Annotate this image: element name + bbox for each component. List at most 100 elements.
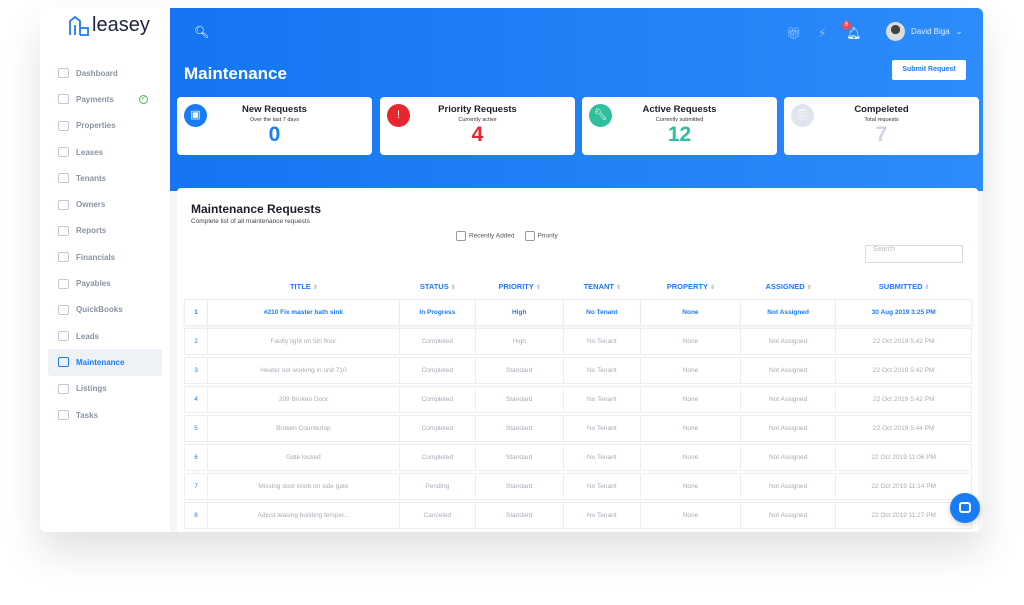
sidebar-item-tenants[interactable]: Tenants [48,165,162,191]
cell: Completed [399,415,476,442]
column-label: ASSIGNED [765,281,805,291]
sort-icon: ⇕ [312,284,318,291]
sidebar-item-payables[interactable]: Payables [48,270,162,296]
sort-icon: ⇕ [710,284,716,291]
notification-badge: 6 [842,21,851,30]
priority-label: Priority [537,232,558,240]
cell: 5 [184,415,208,442]
cell: Gate locked [208,444,400,471]
sidebar-item-label: Financials [76,252,116,262]
user-icon [58,173,69,184]
chat-button[interactable] [950,493,980,523]
sidebar-item-label: Leases [76,147,104,157]
sidebar-item-label: Leads [76,331,100,341]
cell: Not Assigned [740,502,837,529]
sidebar-item-label: Dashboard [76,68,118,78]
gift-icon[interactable]: 🎁︎ [786,26,801,40]
table-row[interactable]: 6 Gate locked Completed Standard No Tenant No… [184,444,972,471]
user-name: David Biga [911,27,950,36]
sidebar-item-maintenance[interactable]: Maintenance [48,349,162,376]
logo: leasey [68,14,150,37]
sidebar-item-label: Maintenance [76,357,125,367]
priority-checkbox[interactable]: Priority [524,231,558,241]
column-header-status[interactable]: STATUS ⇕ [400,275,476,297]
cell: 22 Oct 2019 5:42 PM [836,357,972,384]
stat-card-3: 📋︎ Compeleted Total requests 7 [784,97,979,155]
sidebar-item-owners[interactable]: Owners [48,191,162,217]
column-header-tenant[interactable]: TENANT ⇕ [564,275,641,297]
cell: No Tenant [563,502,641,529]
sidebar-item-listings[interactable]: Listings [48,376,162,402]
stat-icon: ! [387,104,410,127]
sidebar-item-properties[interactable]: Properties [48,113,162,139]
lightning-icon[interactable]: ⚡︎ [818,26,826,40]
sidebar-item-reports[interactable]: Reports [48,218,162,244]
column-label: TENANT [583,281,614,291]
stat-value: 0 [268,123,281,146]
cell: 1 [184,299,208,326]
chat-icon [959,502,971,513]
sidebar-item-label: Payables [76,279,111,289]
sort-icon: ⇕ [535,284,541,291]
table-row[interactable]: 1 #210 Fix master bath sink In Progress Hig… [184,299,972,326]
cell: Not Assigned [740,299,837,326]
cell: 6 [184,444,208,471]
sidebar-item-quickbooks[interactable]: QuickBooks [48,297,162,323]
search-icon[interactable]: 🔍︎ [194,25,209,39]
stat-icon: 🔧︎ [589,104,612,127]
column-header-submitted[interactable]: SUBMITTED ⇕ [836,275,972,297]
cell: 3 [184,357,208,384]
grid-icon [58,410,69,420]
table-row[interactable]: 2 Faulty light on 5th floor Completed High N… [184,328,972,355]
sidebar-nav: Dashboard Payments ✓ Properties Leases Tenant… [48,60,162,428]
sidebar-item-label: Properties [76,121,116,131]
cell: 8 [184,502,208,529]
home-icon [58,120,69,131]
index-header [184,275,208,297]
app-window: leasey Dashboard Payments ✓ Properties Lease… [40,8,983,532]
column-header-assigned[interactable]: ASSIGNED ⇕ [741,275,837,297]
chevron-down-icon: ⌄ [955,27,963,36]
column-label: TITLE [289,281,311,291]
table-row[interactable]: 8 Adjust leasing building temper... Cancel… [184,502,972,529]
submit-request-button[interactable]: Submit Request [892,60,966,80]
cell: None [641,299,741,326]
sidebar-item-label: Listings [76,384,107,394]
column-header-title[interactable]: TITLE ⇕ [208,275,400,297]
logo-icon [69,15,89,36]
cell: Pending [399,473,476,500]
cell: Standard [475,502,564,529]
column-header-property[interactable]: PROPERTY ⇕ [641,275,741,297]
requests-table: TITLE ⇕ STATUS ⇕ PRIORITY ⇕ TENANT ⇕ PROPERTY ⇕ AS… [184,273,972,531]
cell: Completed [399,444,476,471]
brand-name: leasey [92,14,150,36]
sidebar-item-payments[interactable]: Payments ✓ [48,86,162,112]
table-row[interactable]: 3 Heater not working in unit 710 Completed… [184,357,972,384]
column-header-priority[interactable]: PRIORITY ⇕ [476,275,564,297]
table-row[interactable]: 4 209 Broken Door Completed Standard No Tena… [184,386,972,413]
stat-value: 12 [667,123,692,146]
recently-added-checkbox[interactable]: Recently Added [456,231,515,241]
table-row[interactable]: 7 Missing door knob on side gate Pending St… [184,473,972,500]
sidebar-item-label: QuickBooks [76,305,123,315]
sort-icon: ⇕ [450,284,456,291]
cell: Heater not working in unit 710 [208,357,400,384]
cell: No Tenant [563,328,641,355]
sidebar-item-leads[interactable]: Leads [48,323,162,349]
sidebar-item-financials[interactable]: Financials [48,244,162,270]
table-row[interactable]: 5 Broken Countertop Completed Standard No Te… [184,415,972,442]
cell: Not Assigned [740,473,837,500]
cell: 22 Oct 2019 11:06 PM [836,444,972,471]
sidebar-item-leases[interactable]: Leases [48,139,162,165]
search-input[interactable]: Search [865,245,963,263]
cell: None [641,473,741,500]
cell: Not Assigned [740,357,837,384]
cell: 22 Oct 2019 5:42 PM [836,386,972,413]
cell: 4 [184,386,208,413]
sidebar-item-dashboard[interactable]: Dashboard [48,60,162,86]
requests-panel: Maintenance Requests Complete list of al… [177,188,978,532]
cell: Not Assigned [740,328,837,355]
user-menu[interactable]: David Biga ⌄ [886,22,962,41]
sidebar-item-tasks[interactable]: Tasks [48,402,162,428]
stat-card-2: 🔧︎ Active Requests Currently submitted 12 [582,97,777,155]
